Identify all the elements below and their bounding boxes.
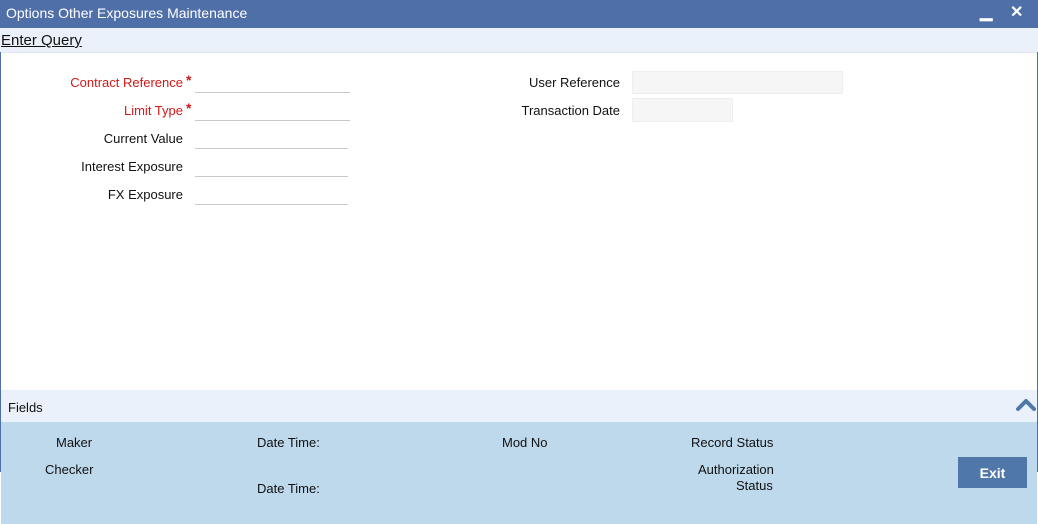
transaction-date-label: Transaction Date [521,103,620,118]
audit-panel: Maker Checker Date Time: Date Time: Mod … [1,422,1037,524]
record-status-label: Record Status [691,435,774,450]
chevron-up-icon[interactable] [1015,396,1037,412]
checker-label: Checker [45,462,94,477]
fx-exposure-label: FX Exposure [107,187,183,202]
authorization-status-label-line2: Status [736,478,773,493]
fields-bar[interactable]: Fields [1,390,1037,422]
current-value-label: Current Value [103,131,183,146]
window-title: Options Other Exposures Maintenance [6,5,248,21]
limit-type-label: Limit Type [123,103,183,118]
authorization-status-label-line1: Authorization [698,462,774,477]
mod-no-label: Mod No [502,435,548,450]
interest-exposure-label: Interest Exposure [81,159,183,174]
minimize-icon[interactable]: ▁ [980,2,992,24]
current-value-input[interactable] [195,129,348,149]
maker-label: Maker [56,435,93,450]
maker-date-time-label: Date Time: [257,435,320,450]
title-bar: Options Other Exposures Maintenance ▁ ✕ [0,0,1038,28]
close-icon[interactable]: ✕ [1010,2,1023,24]
fields-label: Fields [8,400,43,415]
transaction-date-input[interactable] [632,98,733,122]
enter-query-link[interactable]: Enter Query [1,32,82,49]
checker-date-time-label: Date Time: [257,481,320,496]
menu-bar: Enter Query [0,28,1038,53]
contract-reference-input[interactable] [195,73,350,93]
fx-exposure-input[interactable] [195,185,348,205]
user-reference-label: User Reference [528,75,620,90]
user-reference-input[interactable] [632,71,843,94]
limit-type-input[interactable] [195,101,350,121]
exit-button[interactable]: Exit [958,457,1027,488]
limit-type-required-icon: * [186,100,192,116]
contract-reference-label: Contract Reference [70,75,183,90]
contract-reference-required-icon: * [186,72,192,88]
interest-exposure-input[interactable] [195,157,348,177]
